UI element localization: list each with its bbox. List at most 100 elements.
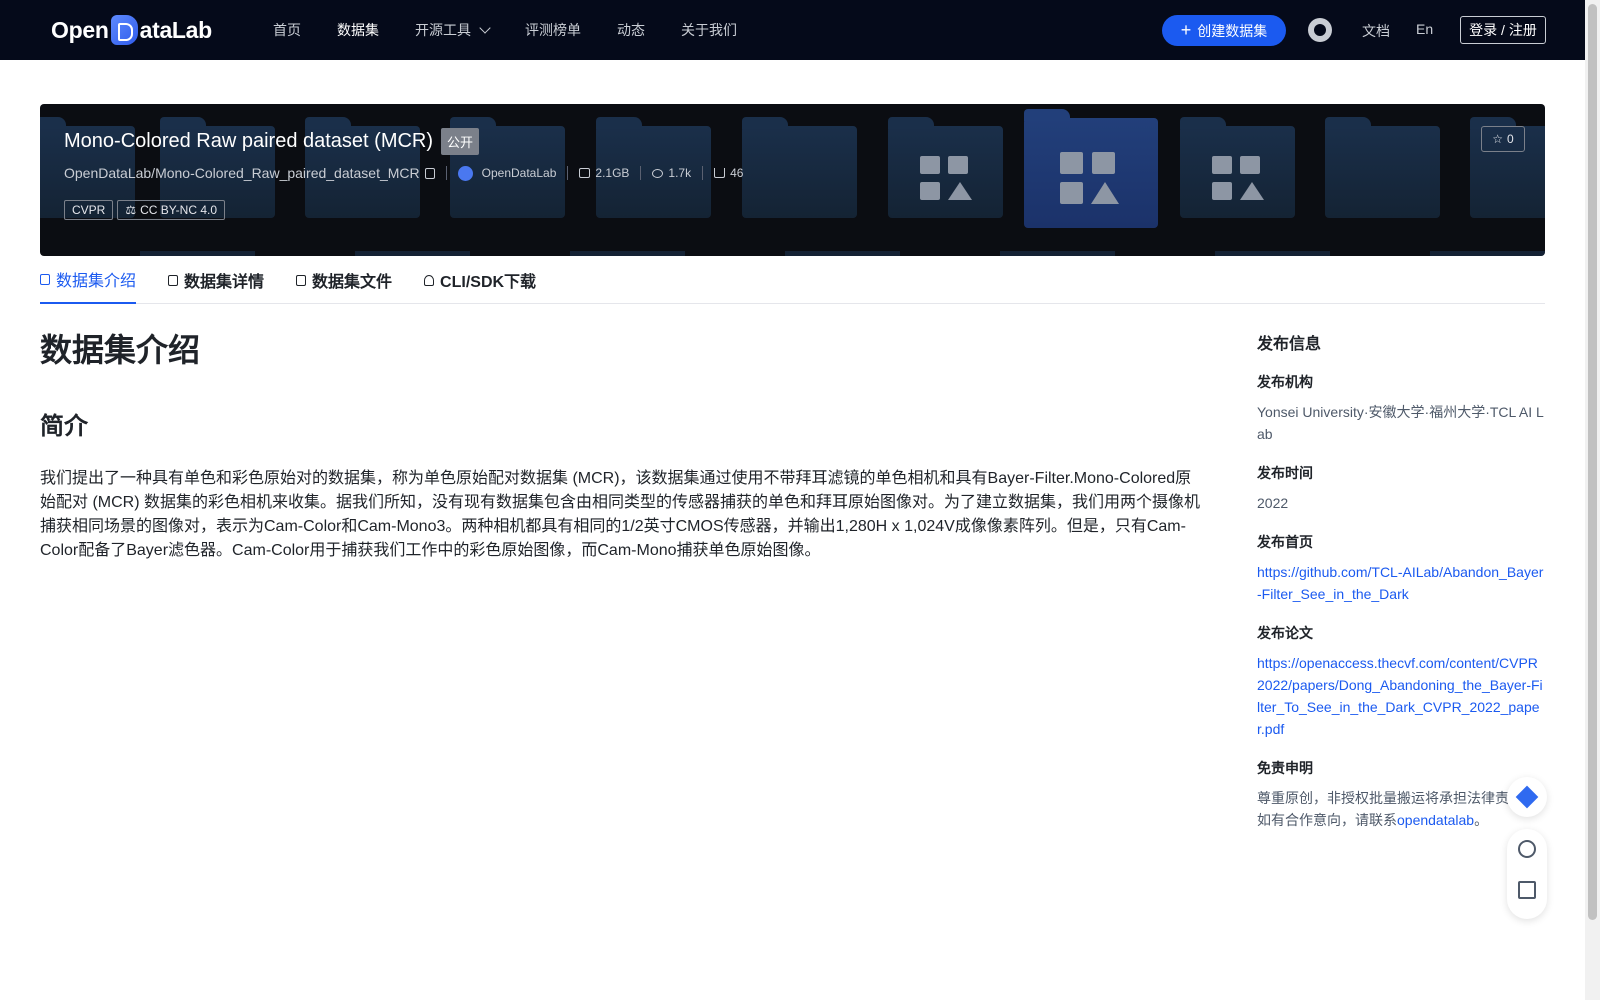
dataset-title-text: Mono-Colored Raw paired dataset (MCR) [64, 130, 434, 152]
paper-link[interactable]: https://openaccess.thecvf.com/content/CV… [1257, 655, 1543, 737]
list-icon [168, 274, 179, 286]
publish-info-sidebar: 发布信息 发布机构 Yonsei University·安徽大学·福州大学·TC… [1257, 330, 1545, 831]
divider [567, 166, 569, 180]
disclaimer-end: 。 [1474, 812, 1489, 828]
floating-assistant-button[interactable] [1507, 777, 1547, 817]
github-icon[interactable] [1308, 18, 1332, 42]
plus-icon: + [1180, 19, 1192, 40]
folder-decoration [888, 117, 1003, 218]
nav-leaderboard[interactable]: 评测榜单 [525, 20, 581, 40]
dataset-tabs: 数据集介绍 数据集详情 数据集文件 CLI/SDK下载 [40, 256, 1545, 304]
main-nav: 首页 数据集 开源工具 评测榜单 动态 关于我们 [273, 0, 737, 60]
logo-d-icon [110, 15, 138, 45]
org-name: OpenDataLab [481, 166, 557, 180]
logo-text-right: ataLab [139, 16, 213, 43]
nav-datasets[interactable]: 数据集 [337, 20, 379, 40]
disclaimer-block: 免责申明 尊重原创，非授权批量搬运将承担法律责任。如有合作意向，请联系opend… [1257, 758, 1545, 831]
logo-text-left: Open [51, 16, 109, 43]
dataset-tags: CVPR ⚖ CC BY-NC 4.0 [64, 200, 226, 220]
scale-icon: ⚖ [125, 203, 137, 217]
database-icon [40, 273, 50, 285]
chevron-down-icon [479, 22, 491, 34]
homepage-label: 发布首页 [1257, 534, 1313, 550]
tab-details-label: 数据集详情 [184, 274, 265, 291]
copy-icon[interactable] [424, 167, 435, 179]
dataset-banner: Mono-Colored Raw paired dataset (MCR) 公开… [40, 104, 1545, 256]
divider [640, 166, 642, 180]
visibility-badge: 公开 [441, 128, 480, 155]
tab-files-label: 数据集文件 [312, 274, 393, 291]
publisher-label: 发布机构 [1257, 374, 1313, 390]
assistant-icon [1515, 785, 1539, 809]
folder-decoration [742, 117, 857, 218]
nav-about[interactable]: 关于我们 [681, 20, 737, 40]
paper-block: 发布论文 https://openaccess.thecvf.com/conte… [1257, 623, 1545, 740]
org-link[interactable]: OpenDataLab [457, 165, 557, 181]
create-dataset-label: 创建数据集 [1197, 22, 1268, 39]
scrollbar-thumb[interactable] [1588, 4, 1597, 920]
tag-license-label: CC BY-NC 4.0 [140, 203, 218, 217]
views-stat: 1.7k [652, 166, 691, 180]
top-navbar: Open ataLab 首页 数据集 开源工具 评测榜单 动态 关于我们 + 创… [0, 0, 1585, 60]
tag-conference-label: CVPR [72, 203, 106, 217]
star-count: 0 [1507, 132, 1514, 146]
publisher-block: 发布机构 Yonsei University·安徽大学·福州大学·TCL AI … [1257, 372, 1545, 445]
nav-open-tools[interactable]: 开源工具 [415, 20, 491, 40]
views-value: 1.7k [668, 166, 692, 180]
page-title: 数据集介绍 [40, 332, 201, 368]
file-icon [296, 274, 307, 286]
feedback-icon[interactable] [1518, 881, 1536, 899]
page-scrollbar[interactable] [1585, 0, 1600, 1000]
opendatalab-logo[interactable]: Open ataLab [51, 14, 212, 46]
org-avatar [457, 165, 473, 181]
contact-link[interactable]: opendatalab [1397, 812, 1474, 828]
login-register-button[interactable]: 登录 / 注册 [1460, 16, 1546, 44]
tag-conference[interactable]: CVPR [64, 200, 114, 220]
size-stat: 2.1GB [579, 166, 629, 180]
eye-icon [652, 168, 664, 178]
downloads-stat: 46 [714, 166, 743, 180]
nav-news-label: 动态 [617, 22, 645, 38]
star-button[interactable]: ☆ 0 [1481, 126, 1525, 152]
nav-open-tools-label: 开源工具 [415, 22, 471, 38]
language-toggle[interactable]: En [1416, 21, 1433, 37]
tab-introduction-label: 数据集介绍 [56, 273, 137, 290]
disk-icon [579, 168, 591, 178]
tab-files[interactable]: 数据集文件 [296, 256, 392, 304]
main-content: 数据集介绍 简介 我们提出了一种具有单色和彩色原始对的数据集，称为单色原始配对数… [40, 325, 1200, 563]
homepage-block: 发布首页 https://github.com/TCL-AILab/Abando… [1257, 532, 1545, 605]
tab-cli-sdk[interactable]: CLI/SDK下载 [424, 256, 536, 304]
create-dataset-button[interactable]: + 创建数据集 [1162, 15, 1286, 46]
repo-path: OpenDataLab/Mono-Colored_Raw_paired_data… [64, 165, 420, 181]
nav-home-label: 首页 [273, 22, 301, 38]
disclaimer-value: 尊重原创，非授权批量搬运将承担法律责任。如有合作意向，请联系opendatala… [1257, 787, 1545, 831]
tab-details[interactable]: 数据集详情 [168, 256, 264, 304]
publish-time-block: 发布时间 2022 [1257, 463, 1545, 514]
dataset-description: 我们提出了一种具有单色和彩色原始对的数据集，称为单色原始配对数据集 (MCR)，… [40, 470, 1200, 559]
nav-home[interactable]: 首页 [273, 20, 301, 40]
nav-leaderboard-label: 评测榜单 [525, 22, 581, 38]
disclaimer-label: 免责申明 [1257, 760, 1313, 776]
tag-license[interactable]: ⚖ CC BY-NC 4.0 [117, 200, 226, 220]
headset-icon[interactable] [1518, 840, 1536, 858]
divider [702, 166, 704, 180]
folder-decoration [1325, 117, 1440, 218]
paper-label: 发布论文 [1257, 625, 1313, 641]
tab-introduction[interactable]: 数据集介绍 [40, 256, 137, 304]
docs-link[interactable]: 文档 [1362, 21, 1390, 41]
folder-decoration [1024, 109, 1158, 228]
nav-about-label: 关于我们 [681, 22, 737, 38]
downloads-value: 46 [730, 166, 744, 180]
publish-time-label: 发布时间 [1257, 465, 1313, 481]
publisher-value: Yonsei University·安徽大学·福州大学·TCL AI Lab [1257, 404, 1544, 442]
size-value: 2.1GB [595, 166, 630, 180]
dataset-title: Mono-Colored Raw paired dataset (MCR) 公开 [64, 128, 480, 155]
floating-toolbar [1507, 829, 1547, 919]
publish-time-value: 2022 [1257, 495, 1289, 511]
nav-news[interactable]: 动态 [617, 20, 645, 40]
section-heading: 简介 [40, 413, 88, 440]
homepage-link[interactable]: https://github.com/TCL-AILab/Abandon_Bay… [1257, 564, 1543, 602]
cloud-download-icon [424, 274, 435, 286]
sidebar-title: 发布信息 [1257, 336, 1322, 353]
tab-cli-sdk-label: CLI/SDK下载 [440, 274, 537, 291]
